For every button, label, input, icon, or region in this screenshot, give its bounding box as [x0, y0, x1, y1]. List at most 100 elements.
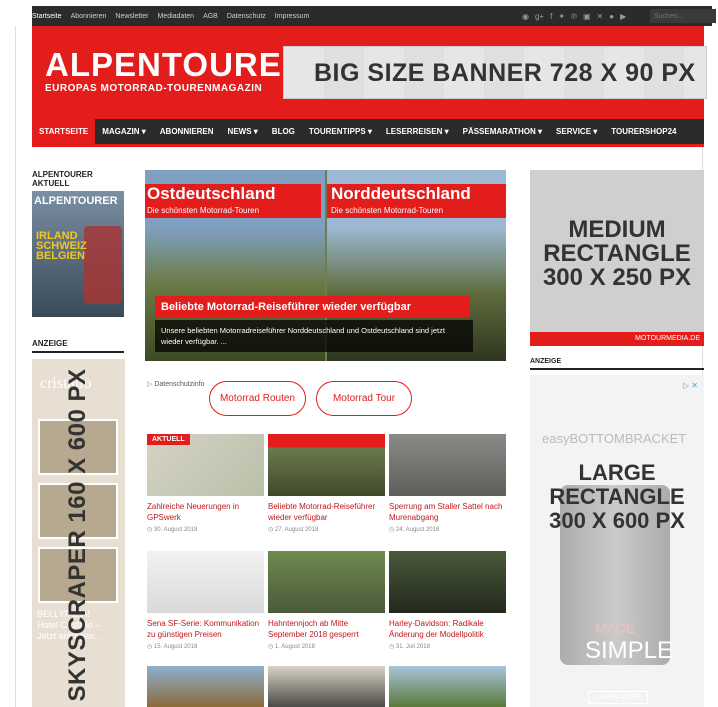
nav-item-paessemarathon[interactable]: PÄSSEMARATHON ▾ [456, 118, 549, 146]
large-rectangle-label: LARGE RECTANGLE 300 X 600 PX [549, 460, 685, 533]
banner-text: BIG SIZE BANNER 728 X 90 PX [314, 59, 696, 87]
nav-item-magazin[interactable]: MAGAZIN ▾ [95, 118, 153, 146]
top-links: Startseite Abonnieren Newsletter Mediada… [32, 6, 318, 26]
news-card-image [268, 434, 385, 496]
top-link-newsletter[interactable]: Newsletter [115, 13, 148, 20]
skyscraper-ad[interactable]: cristallo BELL'ITALIA! Hotel Cristallo –… [32, 359, 125, 707]
news-card-image [147, 666, 264, 707]
info-icon: ▷ [147, 381, 153, 388]
news-card[interactable]: Sperrung am Staller Sattel nach Murenabg… [389, 434, 506, 533]
news-card[interactable] [389, 666, 506, 707]
news-card-image [389, 551, 506, 613]
facebook-icon[interactable]: f [550, 12, 552, 21]
skyscraper-label: SKYSCRAPER 160 X 600 PX [64, 368, 91, 702]
top-link-agb[interactable]: AGB [203, 13, 218, 20]
section-title-anzeige: ANZEIGE [32, 339, 124, 353]
news-card[interactable]: Beliebte Motorrad-Reiseführer wieder ver… [268, 434, 385, 533]
site-logo[interactable]: ALPENTOURER [45, 46, 307, 84]
nav-item-news[interactable]: NEWS ▾ [221, 118, 265, 146]
ad-simple-text: SIMPLE [585, 637, 674, 664]
featured-slider[interactable]: Ostdeutschland Die schönsten Motorrad-To… [145, 170, 506, 361]
top-link-mediadaten[interactable]: Mediadaten [157, 13, 194, 20]
news-card[interactable] [147, 666, 264, 707]
news-card-image [389, 666, 506, 707]
motorrad-routen-button[interactable]: Motorrad Routen [209, 381, 306, 416]
medium-rectangle-ad[interactable]: MEDIUM RECTANGLE 300 X 250 PX MOTOURMEDI… [530, 170, 704, 346]
magazine-regions: IRLAND SCHWEIZ BELGIEN [36, 230, 87, 262]
news-card-date: ◷ 31. Juli 2018 [389, 643, 506, 650]
clock-icon: ◷ [268, 527, 274, 533]
news-card-date-text: 24. August 2018 [395, 527, 440, 533]
nav-item-service[interactable]: SERVICE ▾ [549, 118, 604, 146]
news-card-date-text: 27. August 2018 [274, 527, 319, 533]
news-card-image [147, 551, 264, 613]
nav-item-tourershop24[interactable]: TOURERSHOP24 [604, 118, 683, 146]
nav-item-abonnieren[interactable]: ABONNIEREN [153, 118, 221, 146]
ad-brand: easyBOTTOMBRACKET [542, 431, 687, 446]
google-plus-icon[interactable]: g+ [535, 12, 544, 21]
magazine-cover[interactable]: ALPENTOURER IRLAND SCHWEIZ BELGIEN [32, 191, 124, 317]
top-link-datenschutz[interactable]: Datenschutz [227, 13, 266, 20]
slide-sub-left: Die schönsten Motorrad-Touren [147, 206, 260, 215]
news-card[interactable]: Sena SF-Serie: Kommunikation zu günstige… [147, 551, 264, 650]
news-card-date-text: 30. August 2018 [153, 527, 198, 533]
news-card-title[interactable]: Sperrung am Staller Sattel nach Murenabg… [389, 501, 506, 523]
news-card-date: ◷ 27. August 2018 [268, 526, 385, 533]
site-tagline: EUROPAS MOTORRAD-TOURENMAGAZIN [45, 83, 263, 94]
datenschutz-info-label: Datenschutzinfo [154, 381, 205, 388]
ad-choices-icon[interactable]: ▷ ✕ [683, 381, 698, 390]
nav-item-leserreisen[interactable]: LESERREISEN ▾ [379, 118, 456, 146]
top-link-abonnieren[interactable]: Abonnieren [71, 13, 107, 20]
news-card[interactable]: Hahntennjoch ab Mitte September 2018 ges… [268, 551, 385, 650]
nav-item-tourentipps[interactable]: TOURENTIPPS ▾ [302, 118, 379, 146]
news-card[interactable] [268, 666, 385, 707]
section-title-anzeige-right: ANZEIGE [530, 358, 704, 370]
news-card[interactable]: AKTUELL Zahlreiche Neuerungen in GPSwerk… [147, 434, 264, 533]
news-card-date-text: 1. August 2018 [274, 644, 315, 650]
clock-icon: ◷ [268, 644, 274, 650]
learn-more-button[interactable]: LEARN MORE [588, 691, 649, 704]
magazine-title: ALPENTOURER [34, 195, 118, 207]
top-link-impressum[interactable]: Impressum [275, 13, 310, 20]
apple-icon[interactable]: ● [609, 12, 614, 21]
site-header: ALPENTOURER EUROPAS MOTORRAD-TOURENMAGAZ… [32, 26, 707, 119]
news-card-title[interactable]: Harley-Davidson: Radikale Änderung der M… [389, 618, 506, 640]
clock-icon: ◷ [147, 644, 153, 650]
xing-icon[interactable]: ✕ [597, 12, 604, 21]
top-bar: Startseite Abonnieren Newsletter Mediada… [32, 6, 716, 26]
nav-item-startseite[interactable]: STARTSEITE [32, 117, 96, 146]
news-card-date: ◷ 24. August 2018 [389, 526, 506, 533]
header-banner-ad[interactable]: BIG SIZE BANNER 728 X 90 PX [283, 46, 707, 99]
slide-heading-left: Ostdeutschland [147, 184, 276, 203]
clock-icon: ◷ [389, 644, 395, 650]
news-card-image [268, 551, 385, 613]
slide-caption-title[interactable]: Beliebte Motorrad-Reiseführer wieder ver… [155, 296, 470, 318]
news-card-image: AKTUELL [147, 434, 264, 496]
news-card[interactable]: Harley-Davidson: Radikale Änderung der M… [389, 551, 506, 650]
youtube-icon[interactable]: ▣ [583, 12, 591, 21]
aktuell-badge: AKTUELL [147, 434, 190, 445]
news-card-title[interactable]: Zahlreiche Neuerungen in GPSwerk [147, 501, 264, 523]
clock-icon: ◷ [389, 527, 395, 533]
clock-icon: ◷ [147, 527, 153, 533]
rss-icon[interactable]: ◉ [522, 12, 529, 21]
play-icon[interactable]: ▶ [620, 12, 626, 21]
top-link-startseite[interactable]: Startseite [32, 13, 62, 20]
news-card-date-text: 15. August 2018 [153, 644, 198, 650]
magazine-rider-image [84, 226, 122, 304]
datenschutz-info[interactable]: ▷ Datenschutzinfo [147, 380, 205, 388]
medium-rectangle-label: MEDIUM RECTANGLE 300 X 250 PX [542, 216, 692, 291]
pinterest-icon[interactable]: ℗ [571, 12, 577, 21]
large-rectangle-ad[interactable]: ▷ ✕ easyBOTTOMBRACKET LARGE RECTANGLE 30… [530, 375, 704, 707]
motorrad-tour-button[interactable]: Motorrad Tour [316, 381, 412, 416]
news-card-title[interactable]: Beliebte Motorrad-Reiseführer wieder ver… [268, 501, 385, 523]
main-nav: STARTSEITE MAGAZIN ▾ ABONNIEREN NEWS ▾ B… [32, 117, 704, 147]
news-card-title[interactable]: Sena SF-Serie: Kommunikation zu günstige… [147, 618, 264, 640]
slide-sub-right: Die schönsten Motorrad-Touren [331, 206, 444, 215]
news-card-date: ◷ 1. August 2018 [268, 643, 385, 650]
nav-item-blog[interactable]: BLOG [265, 118, 302, 146]
search-input[interactable] [650, 9, 716, 23]
news-card-title[interactable]: Hahntennjoch ab Mitte September 2018 ges… [268, 618, 385, 640]
news-card-image [389, 434, 506, 496]
twitter-icon[interactable]: ✦ [558, 12, 565, 21]
